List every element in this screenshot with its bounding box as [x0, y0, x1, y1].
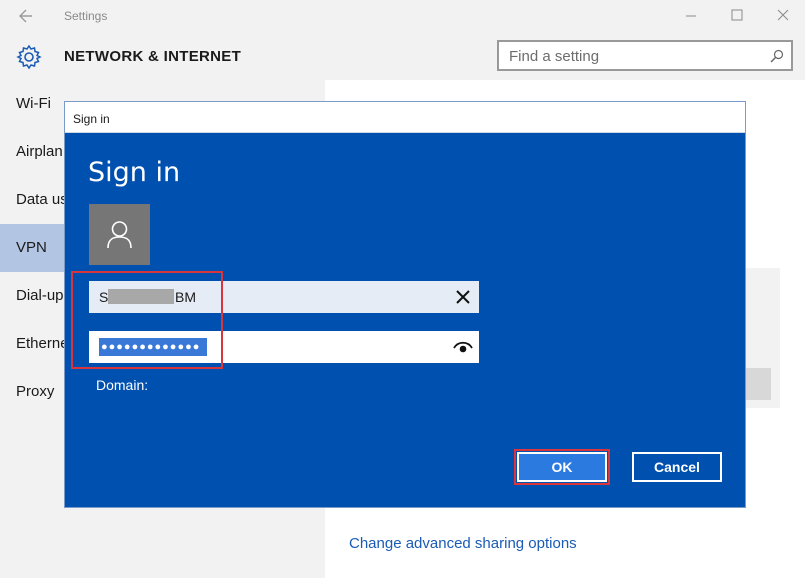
search-icon[interactable]: [769, 48, 785, 64]
window-title: Settings: [64, 9, 108, 23]
change-sharing-link[interactable]: Change advanced sharing options: [349, 535, 577, 552]
sidebar-item-label: Dial-up: [16, 287, 64, 304]
ok-button[interactable]: OK: [517, 452, 607, 482]
reveal-password-icon[interactable]: [453, 340, 473, 354]
minimize-icon[interactable]: [683, 7, 699, 23]
clear-icon[interactable]: [453, 287, 473, 307]
user-avatar-icon: [89, 204, 150, 265]
close-icon[interactable]: [775, 7, 791, 23]
sidebar-item-label: VPN: [16, 239, 47, 256]
back-arrow-icon[interactable]: [18, 6, 42, 26]
dialog-titlebar: Sign in: [65, 102, 745, 133]
domain-label: Domain:: [96, 377, 149, 393]
credentials-highlight: [71, 271, 223, 369]
window-titlebar: Settings: [0, 0, 805, 32]
sign-in-dialog: Sign in Sign in S BM ●●●●●●●●●●●●● Domai…: [64, 101, 746, 508]
dialog-title: Sign in: [73, 112, 110, 126]
gear-icon: [16, 44, 42, 70]
maximize-icon[interactable]: [729, 7, 745, 23]
cancel-button[interactable]: Cancel: [632, 452, 722, 482]
page-title: NETWORK & INTERNET: [64, 48, 242, 65]
sidebar-item-label: Wi-Fi: [16, 95, 51, 112]
sidebar-item-label: Airplan: [16, 143, 63, 160]
content-control[interactable]: [745, 368, 771, 400]
search-input[interactable]: Find a setting: [497, 40, 793, 71]
sidebar-item-label: Proxy: [16, 383, 55, 400]
dialog-heading: Sign in: [88, 157, 181, 188]
search-placeholder: Find a setting: [509, 48, 600, 65]
settings-header: NETWORK & INTERNET Find a setting: [0, 32, 805, 80]
sidebar-item-label: Data us: [16, 191, 68, 208]
